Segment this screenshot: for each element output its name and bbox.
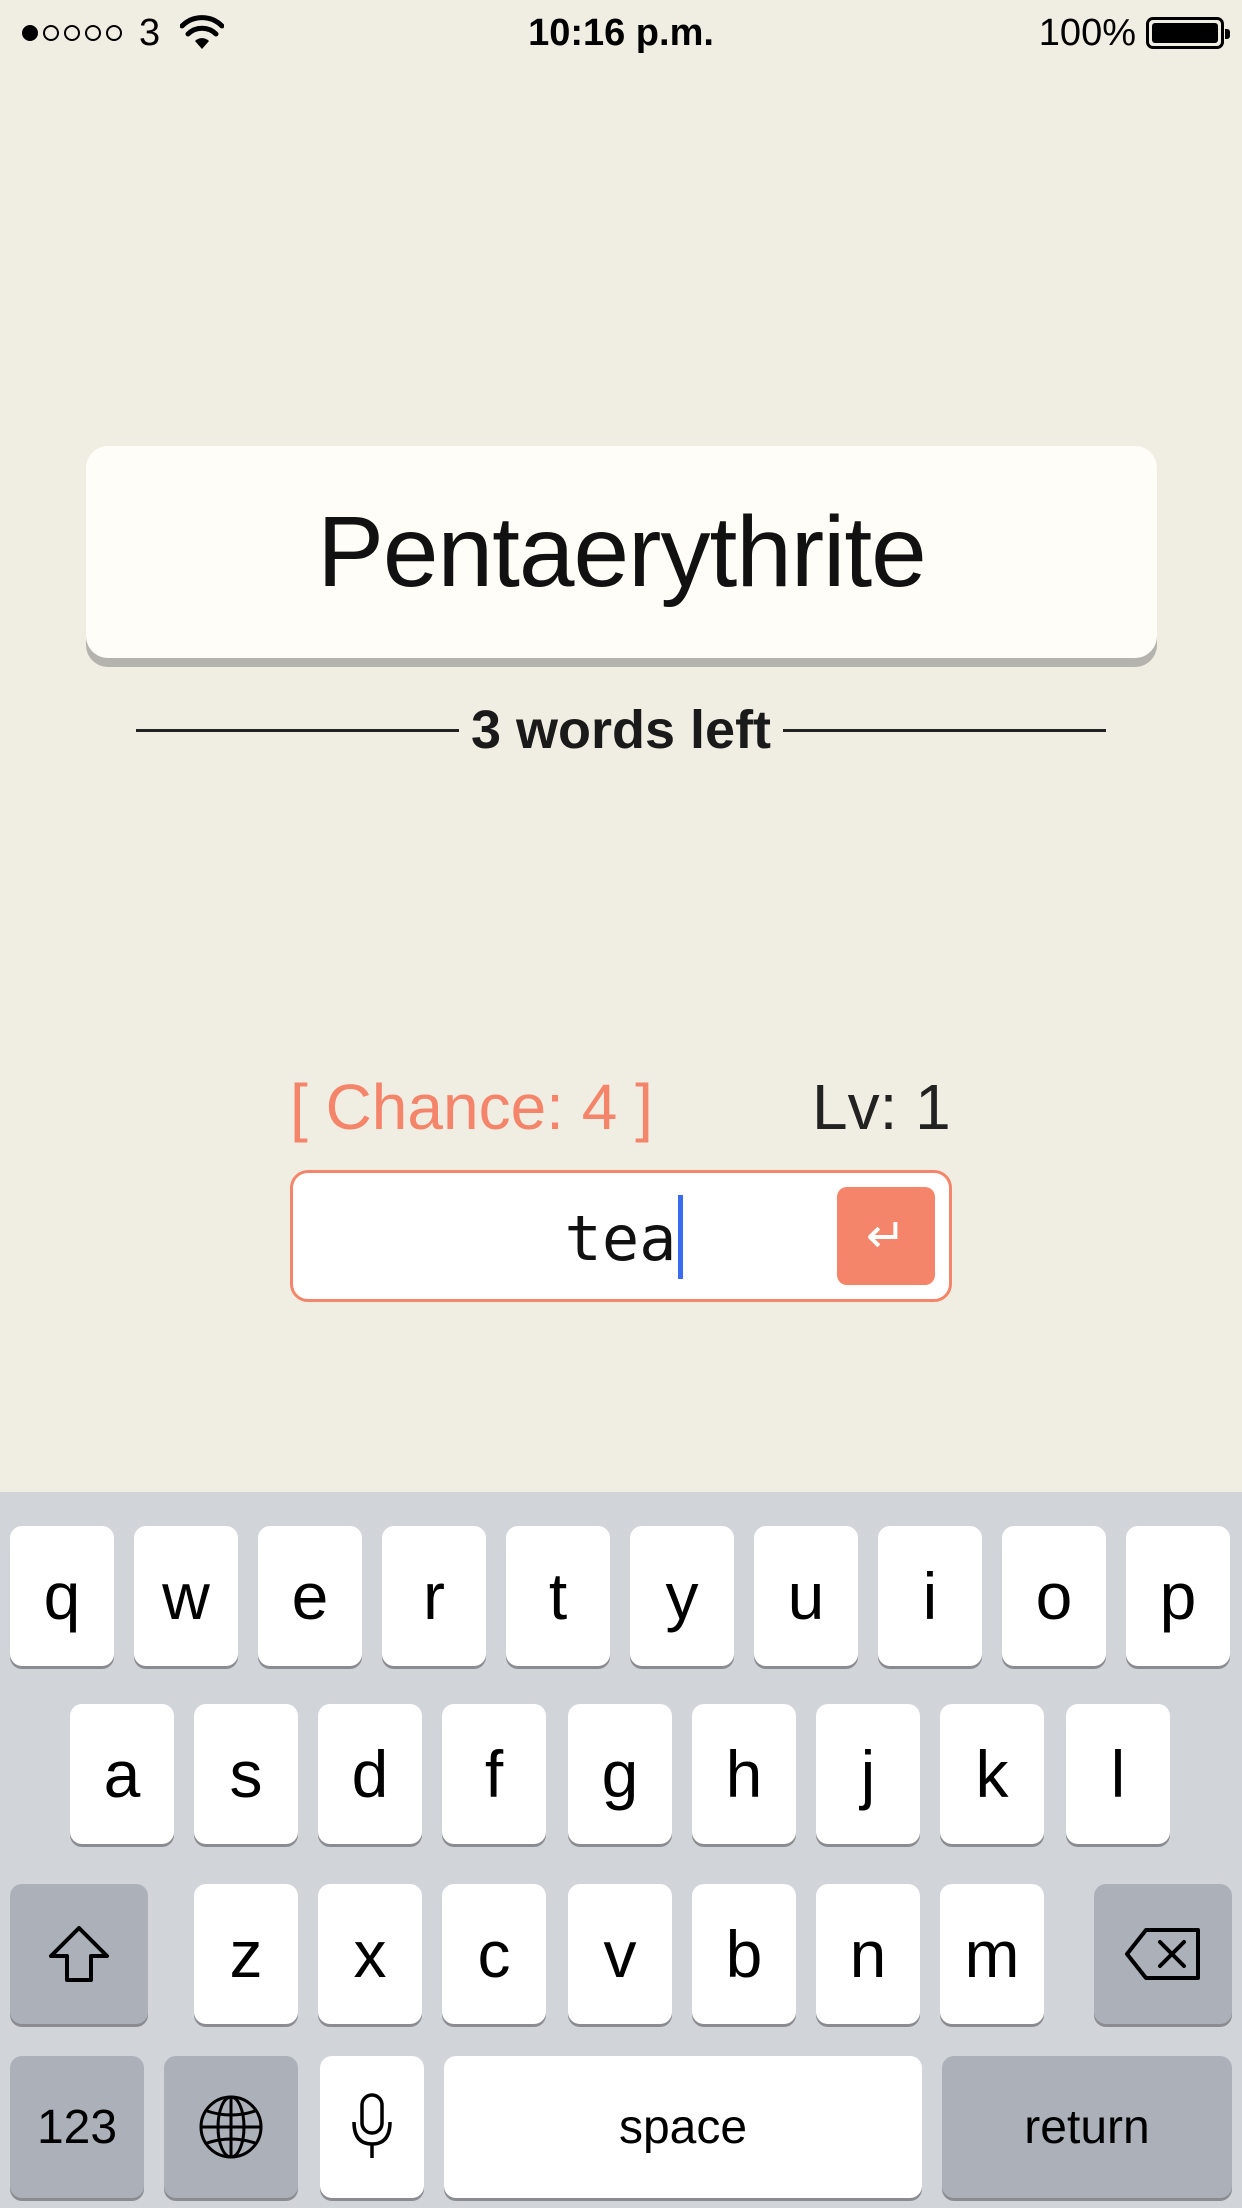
status-bar: 3 10:16 p.m. 100% [0,0,1242,66]
key-s[interactable]: s [194,1704,298,1844]
key-v[interactable]: v [568,1884,672,2024]
key-e[interactable]: e [258,1526,362,1666]
key-o[interactable]: o [1002,1526,1106,1666]
key-p[interactable]: p [1126,1526,1230,1666]
numbers-key[interactable]: 123 [10,2056,144,2198]
key-i[interactable]: i [878,1526,982,1666]
target-word: Pentaerythrite [317,495,927,608]
key-g[interactable]: g [568,1704,672,1844]
key-z[interactable]: z [194,1884,298,2024]
microphone-key[interactable] [320,2056,424,2198]
key-u[interactable]: u [754,1526,858,1666]
shift-icon [49,1926,109,1982]
return-key[interactable]: return [942,2056,1232,2198]
battery-icon [1146,17,1230,49]
key-m[interactable]: m [940,1884,1044,2024]
chance-counter: [ Chance: 4 ] [290,1071,653,1143]
keyboard: q w e r t y u i o p a s d f g h j k l z … [0,1492,1242,2208]
globe-key[interactable] [164,2056,298,2198]
key-j[interactable]: j [816,1704,920,1844]
key-q[interactable]: q [10,1526,114,1666]
globe-icon [199,2095,263,2159]
words-left-divider: 3 words left [136,695,1106,765]
word-card: Pentaerythrite [86,446,1157,658]
key-t[interactable]: t [506,1526,610,1666]
key-h[interactable]: h [692,1704,796,1844]
shift-key[interactable] [10,1884,148,2024]
space-key[interactable]: space [444,2056,922,2198]
delete-key[interactable] [1094,1884,1232,2024]
words-left-label: 3 words left [470,700,772,760]
key-a[interactable]: a [70,1704,174,1844]
key-l[interactable]: l [1066,1704,1170,1844]
level-indicator: Lv: 1 [812,1071,951,1143]
key-w[interactable]: w [134,1526,238,1666]
battery-percentage: 100% [1038,12,1136,54]
key-k[interactable]: k [940,1704,1044,1844]
word-input[interactable]: tea ↵ [290,1170,952,1302]
key-y[interactable]: y [630,1526,734,1666]
backspace-icon [1125,1928,1200,1980]
input-value: tea [564,1202,677,1276]
battery-area: 100% [1038,12,1230,54]
key-d[interactable]: d [318,1704,422,1844]
key-c[interactable]: c [442,1884,546,2024]
microphone-icon [352,2093,392,2158]
key-x[interactable]: x [318,1884,422,2024]
divider-line-left [136,728,459,732]
key-n[interactable]: n [816,1884,920,2024]
key-r[interactable]: r [382,1526,486,1666]
submit-button[interactable]: ↵ [837,1187,935,1285]
key-f[interactable]: f [442,1704,546,1844]
text-caret [678,1195,684,1279]
return-arrow-icon: ↵ [865,1208,907,1264]
divider-line-right [783,728,1106,732]
key-b[interactable]: b [692,1884,796,2024]
